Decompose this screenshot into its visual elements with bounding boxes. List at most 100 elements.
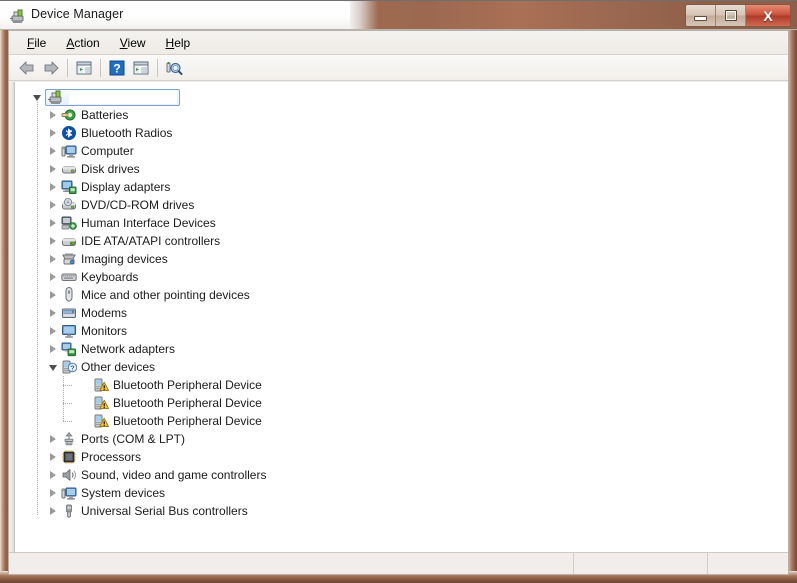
tree-expander-collapsed-icon[interactable]	[45, 232, 61, 250]
minimize-button[interactable]	[686, 5, 715, 26]
tree-root-selection[interactable]	[45, 88, 180, 106]
device-tree[interactable]: Batteries Bluetooth Radios Computer Disk dr…	[15, 88, 788, 520]
title-bar[interactable]: Device Manager X	[0, 0, 797, 30]
tree-expander-collapsed-icon[interactable]	[45, 250, 61, 268]
close-icon: X	[763, 7, 773, 24]
tree-item[interactable]: Bluetooth Peripheral Device	[15, 394, 788, 412]
device-manager-window: Device Manager X File Action View Help ?…	[0, 0, 797, 583]
tree-item[interactable]: ? Other devices	[15, 358, 788, 376]
ports-icon	[61, 431, 77, 447]
network-adapter-icon	[61, 341, 77, 357]
menu-file[interactable]: File	[17, 33, 56, 53]
tree-expander-collapsed-icon[interactable]	[45, 484, 61, 502]
svg-text:?: ?	[113, 61, 120, 75]
window-title: Device Manager	[31, 7, 124, 21]
unknown-device-warning-icon	[93, 377, 109, 393]
help-question-icon: ?	[109, 60, 125, 75]
tree-expander-collapsed-icon[interactable]	[45, 160, 61, 178]
back-button[interactable]	[15, 57, 39, 79]
maximize-button[interactable]	[715, 5, 745, 26]
tree-expander-collapsed-icon[interactable]	[45, 286, 61, 304]
tree-item-label: Sound, video and game controllers	[81, 468, 267, 482]
tree-expander-collapsed-icon[interactable]	[45, 502, 61, 520]
tree-expander-collapsed-icon[interactable]	[45, 448, 61, 466]
dvd-drive-icon	[61, 197, 77, 213]
tree-root-computer[interactable]	[15, 88, 788, 106]
properties-button[interactable]	[129, 57, 153, 79]
tree-item[interactable]: Universal Serial Bus controllers	[15, 502, 788, 520]
menu-action-rest: ction	[74, 35, 100, 50]
tree-item[interactable]: Display adapters	[15, 178, 788, 196]
tree-expander-collapsed-icon[interactable]	[45, 178, 61, 196]
forward-button[interactable]	[39, 57, 63, 79]
tree-item[interactable]: Keyboards	[15, 268, 788, 286]
menu-action[interactable]: Action	[56, 33, 109, 53]
tree-item[interactable]: Monitors	[15, 322, 788, 340]
tree-connector-line	[63, 376, 64, 421]
tree-expander-expanded-icon[interactable]	[45, 358, 61, 376]
tree-root-label	[69, 90, 177, 104]
svg-text:?: ?	[70, 363, 74, 372]
tree-item[interactable]: System devices	[15, 484, 788, 502]
tree-item[interactable]: IDE ATA/ATAPI controllers	[15, 232, 788, 250]
tree-expander-collapsed-icon[interactable]	[45, 214, 61, 232]
tree-expander-collapsed-icon[interactable]	[45, 196, 61, 214]
menu-view[interactable]: View	[110, 33, 156, 53]
tree-item-label: System devices	[81, 486, 166, 500]
tree-expander-collapsed-icon[interactable]	[45, 340, 61, 358]
tree-expander-collapsed-icon[interactable]	[45, 322, 61, 340]
console-tree-icon	[76, 61, 92, 74]
tree-item[interactable]: Processors	[15, 448, 788, 466]
toolbar-separator	[100, 58, 101, 77]
device-manager-icon	[9, 8, 25, 24]
tree-item[interactable]: Human Interface Devices	[15, 214, 788, 232]
ide-controller-icon	[61, 233, 77, 249]
bluetooth-icon	[61, 125, 77, 141]
menu-help[interactable]: Help	[156, 33, 201, 53]
tree-item[interactable]: Ports (COM & LPT)	[15, 430, 788, 448]
toolbar-separator	[157, 58, 158, 77]
tree-item[interactable]: Disk drives	[15, 160, 788, 178]
tree-item[interactable]: Modems	[15, 304, 788, 322]
tree-item[interactable]: Sound, video and game controllers	[15, 466, 788, 484]
batteries-icon	[61, 107, 77, 123]
tree-item-label: Bluetooth Peripheral Device	[113, 414, 262, 428]
tree-expander-collapsed-icon[interactable]	[45, 466, 61, 484]
tree-connector-line	[63, 385, 72, 386]
back-arrow-icon	[19, 61, 34, 74]
properties-icon	[133, 61, 149, 74]
tree-item[interactable]: Mice and other pointing devices	[15, 286, 788, 304]
tree-expander-collapsed-icon[interactable]	[45, 430, 61, 448]
tree-pane[interactable]: Batteries Bluetooth Radios Computer Disk dr…	[15, 82, 788, 552]
tree-expander-collapsed-icon[interactable]	[45, 268, 61, 286]
tree-item[interactable]: DVD/CD-ROM drives	[15, 196, 788, 214]
tree-item[interactable]: Network adapters	[15, 340, 788, 358]
scan-hardware-button[interactable]	[162, 57, 186, 79]
tree-item[interactable]: Bluetooth Radios	[15, 124, 788, 142]
tree-item-label: Universal Serial Bus controllers	[81, 504, 248, 518]
tree-item[interactable]: Batteries	[15, 106, 788, 124]
tree-expander-collapsed-icon[interactable]	[45, 124, 61, 142]
show-console-tree-button[interactable]	[72, 57, 96, 79]
toolbar-separator	[67, 58, 68, 77]
tree-item[interactable]: Bluetooth Peripheral Device	[15, 376, 788, 394]
other-devices-icon: ?	[61, 359, 77, 375]
tree-item[interactable]: Imaging devices	[15, 250, 788, 268]
menu-help-accel: H	[165, 35, 175, 50]
close-button[interactable]: X	[745, 5, 790, 26]
tree-expander-collapsed-icon[interactable]	[45, 304, 61, 322]
tree-item[interactable]: Bluetooth Peripheral Device	[15, 412, 788, 430]
help-button[interactable]: ?	[105, 57, 129, 79]
tree-expander-collapsed-icon[interactable]	[45, 142, 61, 160]
keyboard-icon	[61, 269, 77, 285]
tree-expander-collapsed-icon[interactable]	[45, 106, 61, 124]
tree-item-label: Bluetooth Peripheral Device	[113, 378, 262, 392]
computer-node-icon	[61, 143, 77, 159]
tree-item[interactable]: Computer	[15, 142, 788, 160]
tool-bar: ?	[9, 55, 788, 81]
tree-item-label: Disk drives	[81, 162, 140, 176]
tree-item-label: Other devices	[81, 360, 156, 374]
scan-hardware-changes-icon	[166, 61, 183, 75]
menu-help-rest: elp	[174, 35, 191, 50]
